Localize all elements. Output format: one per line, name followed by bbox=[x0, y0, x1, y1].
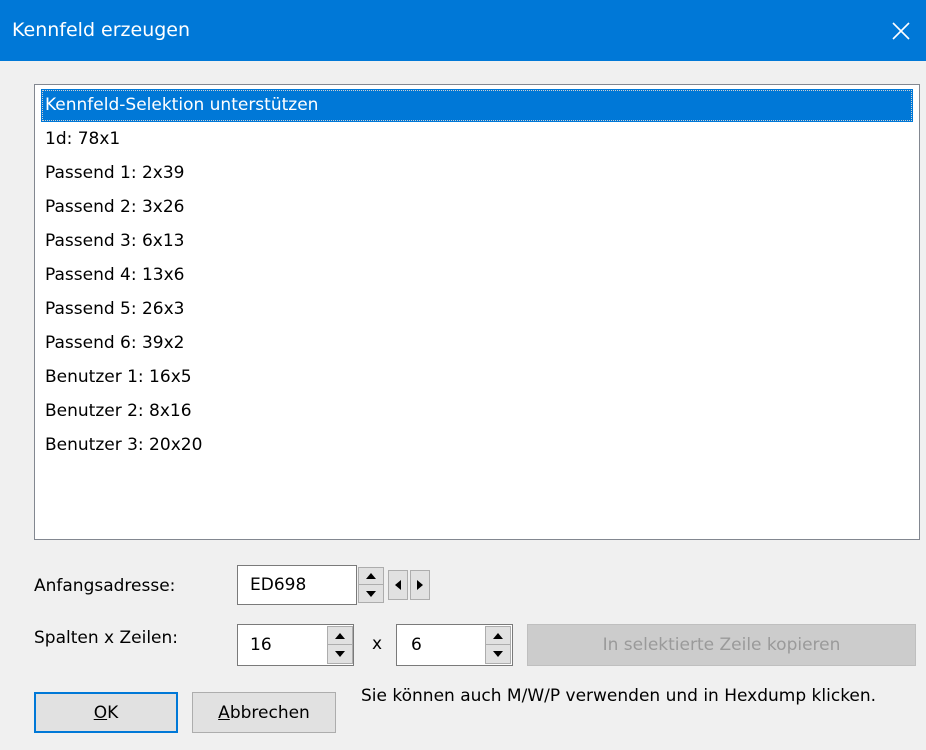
arrow-left-icon bbox=[395, 580, 401, 590]
list-item[interactable]: 1d: 78x1 bbox=[41, 123, 913, 156]
ok-label: K bbox=[107, 702, 119, 723]
close-button[interactable] bbox=[876, 0, 926, 61]
list-item[interactable]: Passend 2: 3x26 bbox=[41, 191, 913, 224]
spin-up-button[interactable] bbox=[359, 568, 383, 585]
arrow-down-icon bbox=[366, 590, 376, 597]
arrow-up-icon bbox=[366, 573, 376, 579]
list-item[interactable]: Passend 3: 6x13 bbox=[41, 225, 913, 258]
spin-down-button[interactable] bbox=[486, 645, 510, 663]
list-item[interactable]: Passend 6: 39x2 bbox=[41, 327, 913, 360]
ok-mnemonic: O bbox=[93, 702, 108, 723]
cancel-mnemonic: A bbox=[218, 702, 230, 723]
start-address-input[interactable] bbox=[238, 566, 356, 604]
copy-to-selected-row-button[interactable]: In selektierte Zeile kopieren bbox=[527, 624, 916, 666]
columns-spinner[interactable] bbox=[327, 626, 353, 664]
close-icon bbox=[892, 21, 910, 40]
ok-button[interactable]: OK bbox=[34, 692, 178, 733]
window-title: Kennfeld erzeugen bbox=[12, 19, 191, 41]
arrow-down-icon bbox=[335, 651, 345, 657]
start-address-field[interactable] bbox=[237, 565, 357, 605]
arrow-right-icon bbox=[417, 580, 423, 590]
cancel-button[interactable]: Abbrechen bbox=[192, 692, 336, 733]
arrow-down-icon bbox=[493, 651, 503, 657]
map-list[interactable]: Kennfeld-Selektion unterstützen 1d: 78x1… bbox=[34, 84, 920, 540]
spin-down-button[interactable] bbox=[359, 585, 383, 602]
list-item[interactable]: Benutzer 1: 16x5 bbox=[41, 361, 913, 394]
arrow-up-icon bbox=[335, 632, 345, 639]
address-left-button[interactable] bbox=[388, 570, 408, 600]
arrow-up-icon bbox=[493, 632, 503, 639]
spin-up-button[interactable] bbox=[328, 627, 352, 645]
address-right-button[interactable] bbox=[410, 570, 430, 600]
dimensions-label: Spalten x Zeilen: bbox=[34, 628, 179, 648]
times-separator: x bbox=[372, 634, 383, 654]
list-item[interactable]: Passend 4: 13x6 bbox=[41, 259, 913, 292]
start-address-label: Anfangsadresse: bbox=[34, 576, 176, 596]
spin-up-button[interactable] bbox=[486, 627, 510, 645]
list-item[interactable]: Benutzer 3: 20x20 bbox=[41, 429, 913, 462]
start-address-spinner[interactable] bbox=[358, 567, 384, 603]
list-item[interactable]: Kennfeld-Selektion unterstützen bbox=[41, 89, 913, 122]
spin-down-button[interactable] bbox=[328, 645, 352, 663]
rows-spinner[interactable] bbox=[485, 626, 511, 664]
list-item[interactable]: Benutzer 2: 8x16 bbox=[41, 395, 913, 428]
cancel-label: bbrechen bbox=[229, 702, 310, 723]
list-item[interactable]: Passend 5: 26x3 bbox=[41, 293, 913, 326]
list-item[interactable]: Passend 1: 2x39 bbox=[41, 157, 913, 190]
hint-text: Sie können auch M/W/P verwenden und in H… bbox=[361, 686, 877, 706]
title-bar: Kennfeld erzeugen bbox=[0, 0, 926, 61]
